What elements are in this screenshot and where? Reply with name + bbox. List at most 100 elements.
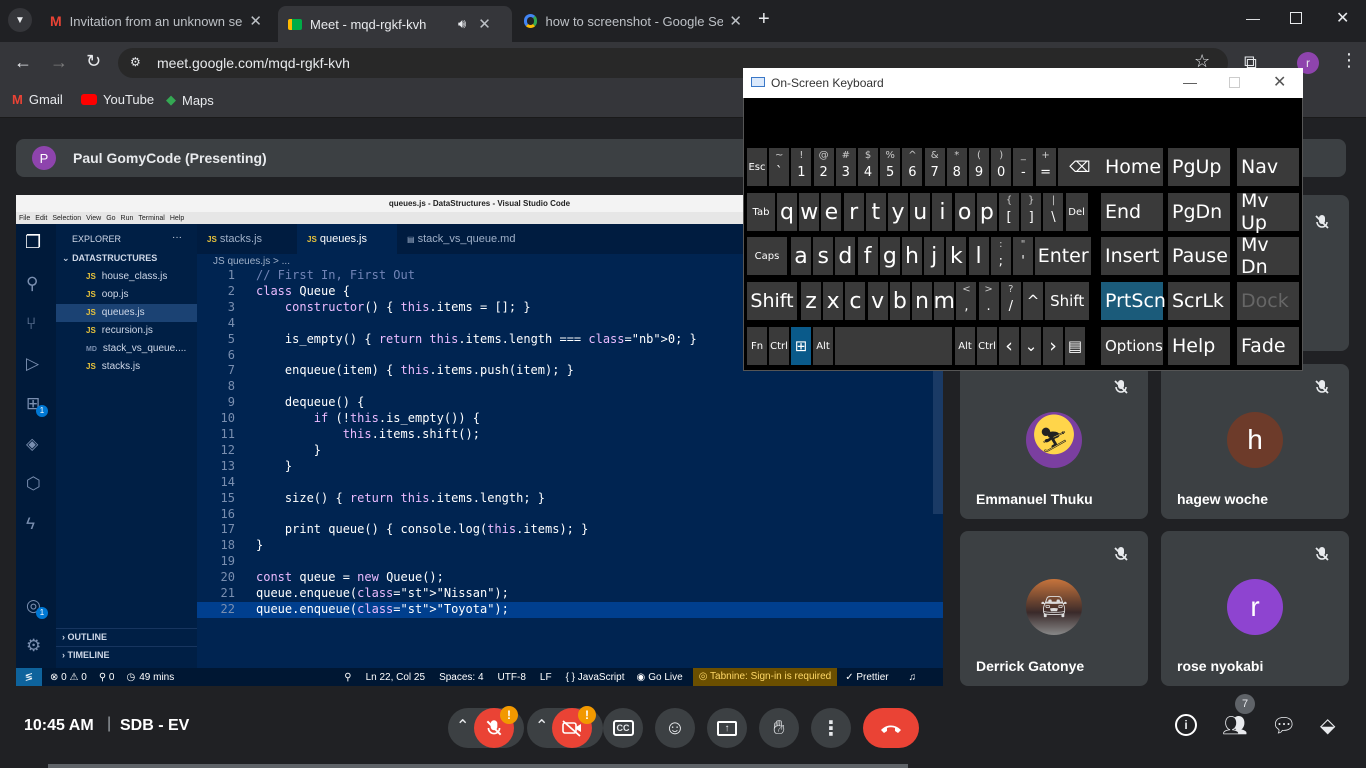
key-mv-dn[interactable]: Mv Dn bbox=[1237, 234, 1299, 278]
key-0[interactable]: ) 0 bbox=[991, 148, 1012, 186]
remote-icon[interactable]: ⬡ bbox=[26, 474, 41, 494]
chevron-up-icon[interactable]: ⌃ bbox=[456, 716, 469, 736]
key-enter[interactable]: Enter bbox=[1035, 237, 1092, 275]
code-line[interactable]: 18} bbox=[197, 538, 943, 554]
new-tab-button[interactable]: + bbox=[758, 8, 770, 31]
code-line[interactable]: 12 } bbox=[197, 443, 943, 459]
settings-gear-icon[interactable]: ⚙ bbox=[26, 636, 41, 656]
status-encoding[interactable]: UTF-8 bbox=[498, 672, 526, 683]
menu-selection[interactable]: Selection bbox=[52, 215, 81, 222]
remote-indicator[interactable]: ≶ bbox=[16, 668, 42, 686]
file-item[interactable]: MD stack_vs_queue.... bbox=[56, 340, 197, 358]
key-h[interactable]: h bbox=[902, 237, 922, 275]
key-windows[interactable]: ⊞ bbox=[791, 327, 811, 365]
browser-tab-google[interactable]: how to screenshot - Google Sea ✕ bbox=[514, 6, 752, 36]
key-scrlk[interactable]: ScrLk bbox=[1168, 282, 1230, 320]
menu-run[interactable]: Run bbox=[121, 215, 134, 222]
key-alt-left[interactable]: Alt bbox=[813, 327, 833, 365]
key-home[interactable]: Home bbox=[1101, 148, 1163, 186]
explorer-more-icon[interactable]: ··· bbox=[172, 232, 182, 243]
key-caps[interactable]: Caps bbox=[747, 237, 787, 275]
key-options[interactable]: Options bbox=[1101, 327, 1163, 365]
code-line[interactable]: 21 queue.enqueue(class="st">"Nissan"); bbox=[197, 586, 943, 602]
key-o[interactable]: o bbox=[954, 193, 975, 231]
back-arrow-icon[interactable]: ← bbox=[14, 52, 32, 73]
key-prtscn[interactable]: PrtScn bbox=[1101, 282, 1166, 320]
key-\[interactable]: | \ bbox=[1043, 193, 1064, 231]
key-c[interactable]: c bbox=[845, 282, 866, 320]
file-item-selected[interactable]: JS queues.js bbox=[56, 304, 197, 322]
key-/[interactable]: ? / bbox=[1000, 282, 1021, 320]
browser-tab-gmail[interactable]: M Invitation from an unknown ser ✕ bbox=[40, 6, 272, 36]
menu-edit[interactable]: Edit bbox=[35, 215, 47, 222]
key-7[interactable]: & 7 bbox=[924, 148, 945, 186]
key-e[interactable]: e bbox=[821, 193, 842, 231]
file-item[interactable]: JS house_class.js bbox=[56, 268, 197, 286]
status-problems[interactable]: ⊗ 0 ⚠ 0 bbox=[50, 672, 87, 683]
key-'[interactable]: " ' bbox=[1013, 237, 1033, 275]
chat-icon[interactable]: 💬︎ bbox=[1271, 713, 1296, 738]
key-d[interactable]: d bbox=[835, 237, 856, 275]
status-language[interactable]: { } JavaScript bbox=[566, 672, 625, 683]
key-8[interactable]: * 8 bbox=[946, 148, 967, 186]
participant-tile[interactable]: h hagew woche bbox=[1161, 364, 1349, 519]
key-=[interactable]: + = bbox=[1035, 148, 1056, 186]
more-options-button[interactable]: ⋮ bbox=[811, 708, 851, 748]
close-tab-icon[interactable]: ✕ bbox=[478, 15, 491, 33]
code-line[interactable]: 16 bbox=[197, 507, 943, 523]
thunder-icon[interactable]: ϟ bbox=[26, 514, 35, 534]
key-shift-right[interactable]: Shift bbox=[1045, 282, 1090, 320]
key-tab[interactable]: Tab bbox=[747, 193, 775, 231]
present-button[interactable]: ↑ bbox=[707, 708, 747, 748]
code-line[interactable]: 20 const queue = new Queue(); bbox=[197, 570, 943, 586]
code-line[interactable]: 10 if (!this.is_empty()) { bbox=[197, 411, 943, 427]
key-[[interactable]: {[ bbox=[999, 193, 1019, 231]
status-time[interactable]: 49 mins bbox=[139, 672, 174, 683]
outline-section[interactable]: › OUTLINE bbox=[56, 628, 197, 644]
search-icon[interactable]: ⚲ bbox=[344, 672, 351, 683]
key-.[interactable]: >. bbox=[978, 282, 999, 320]
forward-arrow-icon[interactable]: → bbox=[50, 52, 68, 73]
key-1[interactable]: ! 1 bbox=[791, 148, 812, 186]
key-,[interactable]: <, bbox=[956, 282, 977, 320]
key-nav[interactable]: Nav bbox=[1237, 148, 1299, 186]
captions-button[interactable]: CC bbox=[603, 708, 643, 748]
key-`[interactable]: ~ ` bbox=[769, 148, 790, 186]
key-alt-right[interactable]: Alt bbox=[955, 327, 975, 365]
key-ctrl-left[interactable]: Ctrl bbox=[769, 327, 789, 365]
key-space[interactable] bbox=[835, 327, 952, 365]
close-icon[interactable]: ✕ bbox=[1273, 72, 1286, 92]
run-debug-icon[interactable]: ▷ bbox=[26, 354, 39, 374]
close-tab-icon[interactable]: ✕ bbox=[729, 12, 742, 30]
key-esc[interactable]: Esc bbox=[747, 148, 767, 186]
key-l[interactable]: l bbox=[968, 237, 989, 275]
raise-hand-button[interactable]: ✋︎ bbox=[759, 708, 799, 748]
editor-tab-stacks[interactable]: JS stacks.js bbox=[197, 224, 297, 254]
folder-header[interactable]: ⌄ DATASTRUCTURES bbox=[56, 250, 197, 266]
timeline-section[interactable]: › TIMELINE bbox=[56, 646, 197, 662]
key-4[interactable]: $4 bbox=[858, 148, 878, 186]
code-line[interactable]: 22 queue.enqueue(class="st">"Toyota"); bbox=[197, 601, 943, 618]
key-;[interactable]: :; bbox=[990, 237, 1011, 275]
editor-tab-queues-active[interactable]: JS queues.js bbox=[297, 224, 397, 254]
key-arrow-up[interactable]: ^ bbox=[1023, 282, 1043, 320]
key-n[interactable]: n bbox=[912, 282, 932, 320]
leave-call-button[interactable] bbox=[863, 708, 919, 748]
breadcrumb[interactable]: JS queues.js > ... bbox=[213, 256, 290, 267]
key-u[interactable]: u bbox=[910, 193, 931, 231]
key-q[interactable]: q bbox=[777, 193, 797, 231]
editor-tab-stack-vs-queue[interactable]: ▤ stack_vs_queue.md bbox=[397, 224, 537, 254]
chevron-up-icon[interactable]: ⌃ bbox=[535, 716, 548, 736]
reactions-button[interactable]: ☺ bbox=[655, 708, 695, 748]
restore-window-icon[interactable] bbox=[1290, 12, 1302, 24]
notifications-bell-icon[interactable]: ♫ bbox=[909, 672, 917, 683]
key-arrow-down[interactable]: ⌄ bbox=[1021, 327, 1041, 365]
code-line[interactable]: 11 this.items.shift(); bbox=[197, 427, 943, 443]
browser-menu-icon[interactable]: ⋮ bbox=[1340, 50, 1358, 71]
participant-tile[interactable]: r rose nyokabi bbox=[1161, 531, 1349, 686]
key-z[interactable]: z bbox=[801, 282, 821, 320]
menu-help[interactable]: Help bbox=[170, 215, 184, 222]
key-w[interactable]: w bbox=[799, 193, 820, 231]
key-menu[interactable]: ▤ bbox=[1065, 327, 1085, 365]
key-3[interactable]: #3 bbox=[835, 148, 856, 186]
